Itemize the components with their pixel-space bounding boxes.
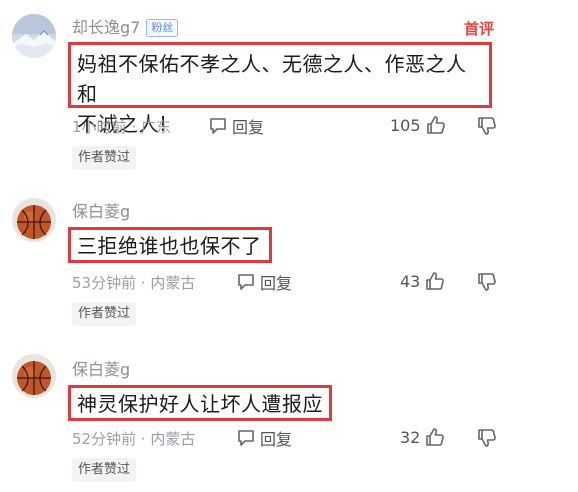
comment-text-box: 妈祖不保佑不孝之人、无德之人、作恶之人和 不诚之人! — [68, 42, 492, 136]
like-button[interactable]: 43 — [400, 270, 446, 292]
like-button[interactable]: 105 — [390, 114, 447, 136]
avatar[interactable] — [12, 198, 56, 242]
comment-text-line-1: 三拒绝谁也也保不了 — [77, 234, 262, 258]
thumbs-down-icon — [478, 273, 496, 291]
comment-bubble-icon — [238, 274, 254, 290]
comment-meta: 1小时前 · 广东 — [72, 118, 171, 136]
snow-mountain-icon — [12, 14, 56, 58]
comment-bubble-icon — [238, 430, 254, 446]
comment-meta: 52分钟前 · 内蒙古 — [72, 430, 196, 448]
username[interactable]: 保白菱g — [72, 356, 130, 380]
basketball-icon — [12, 198, 56, 242]
reply-label: 回复 — [260, 274, 293, 293]
thumbs-up-icon — [426, 272, 445, 290]
comment-text-box: 神灵保护好人让坏人遭报应 — [68, 385, 332, 421]
dislike-button[interactable] — [476, 271, 498, 297]
fan-badge: 粉丝 — [146, 19, 179, 37]
reply-label: 回复 — [232, 118, 265, 137]
comment-meta: 53分钟前 · 内蒙古 — [72, 274, 196, 292]
thumbs-down-icon — [478, 117, 496, 135]
comment-text-line-1: 神灵保护好人让坏人遭报应 — [77, 392, 323, 416]
basketball-icon — [12, 354, 56, 398]
author-liked-tag: 作者赞过 — [72, 458, 137, 482]
thumbs-down-icon — [478, 429, 496, 447]
reply-button[interactable]: 回复 — [236, 426, 292, 450]
like-count: 43 — [400, 271, 421, 291]
avatar[interactable] — [12, 354, 56, 398]
thumbs-up-icon — [426, 116, 445, 134]
author-liked-tag: 作者赞过 — [72, 302, 137, 326]
reply-button[interactable]: 回复 — [236, 270, 292, 294]
author-liked-tag: 作者赞过 — [72, 146, 137, 170]
comment-text-box: 三拒绝谁也也保不了 — [68, 227, 272, 263]
like-button[interactable]: 32 — [400, 426, 446, 448]
dislike-button[interactable] — [476, 115, 498, 141]
dislike-button[interactable] — [476, 427, 498, 453]
reply-label: 回复 — [260, 430, 293, 449]
reply-button[interactable]: 回复 — [208, 114, 264, 138]
like-count: 32 — [400, 427, 421, 447]
comment-bubble-icon — [210, 118, 226, 134]
thumbs-up-icon — [426, 428, 445, 446]
avatar[interactable] — [12, 14, 56, 58]
username[interactable]: 保白菱g — [72, 198, 130, 222]
username[interactable]: 却长逸g7 粉丝 — [72, 14, 179, 38]
comment-text-line-1: 妈祖不保佑不孝之人、无德之人、作恶之人和 — [77, 52, 467, 106]
like-count: 105 — [390, 115, 421, 135]
username-text[interactable]: 却长逸g7 — [72, 18, 140, 37]
first-comment-tag: 首评 — [463, 20, 494, 38]
